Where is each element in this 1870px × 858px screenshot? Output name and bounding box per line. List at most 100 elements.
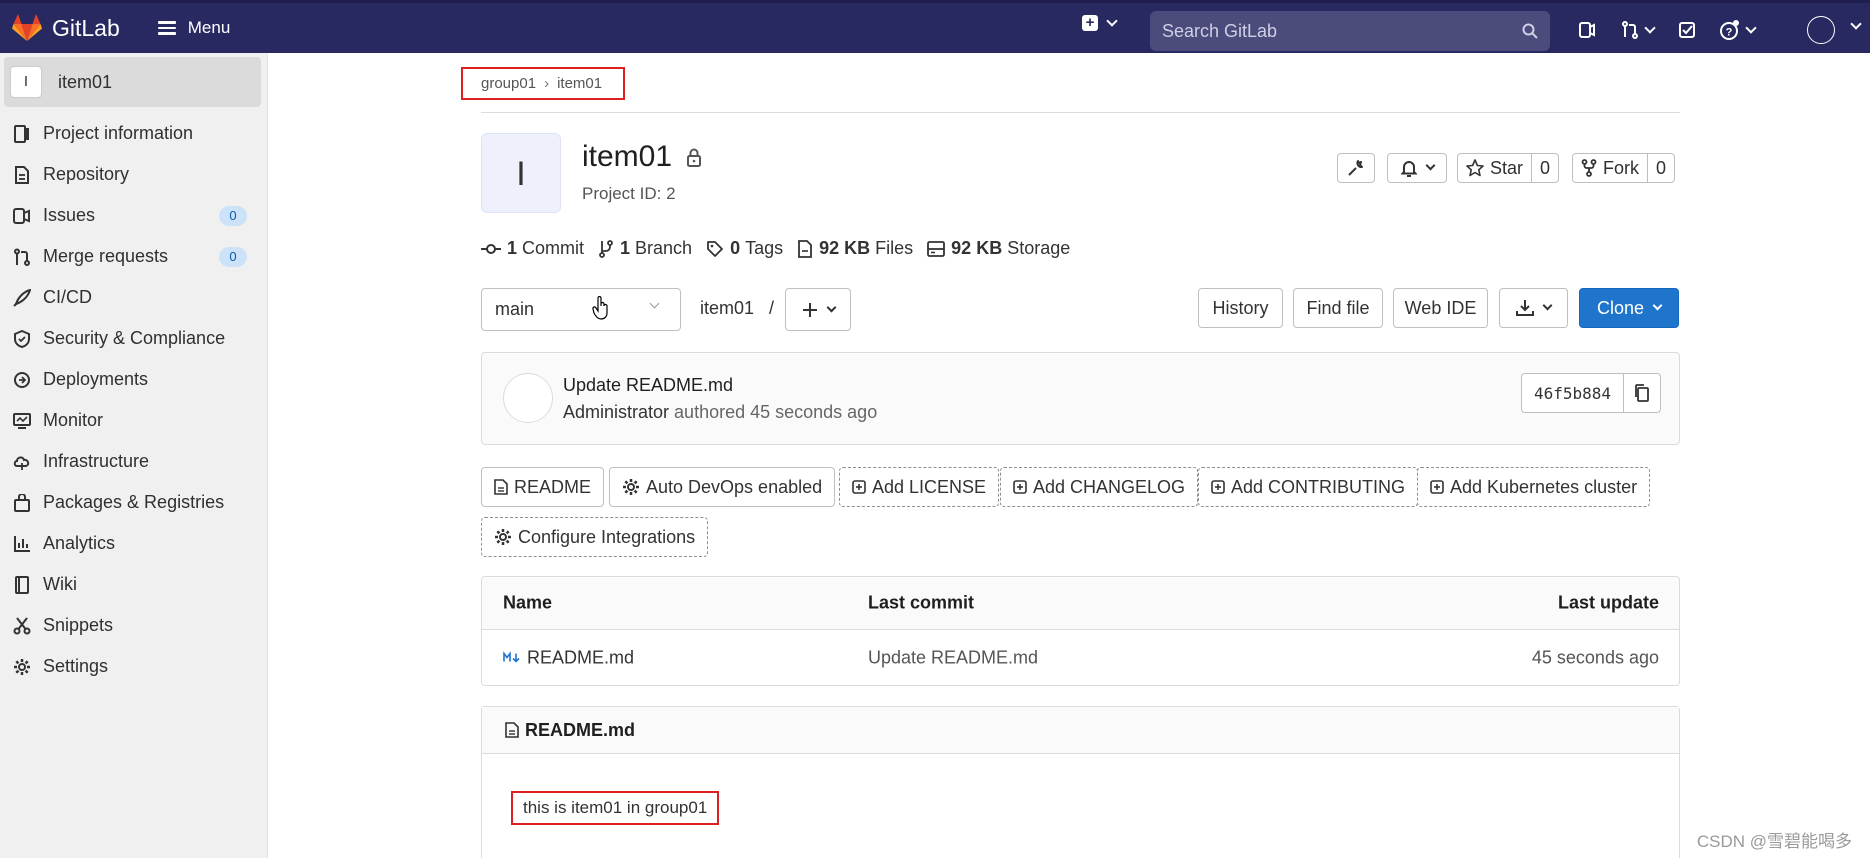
clone-dropdown-button[interactable]: Clone <box>1579 288 1679 328</box>
add-kubernetes-label: Add Kubernetes cluster <box>1450 476 1638 497</box>
web-ide-button[interactable]: Web IDE <box>1393 288 1488 328</box>
copy-sha-button[interactable] <box>1623 374 1660 412</box>
fork-label: Fork <box>1603 157 1639 178</box>
sidebar-item-label: Packages & Registries <box>43 492 225 512</box>
sidebar-item-wiki[interactable]: Wiki <box>0 564 267 605</box>
todos-nav-icon[interactable] <box>1670 13 1704 47</box>
commit-sha-link[interactable]: 46f5b884 <box>1522 374 1623 412</box>
chevron-down-icon <box>1425 160 1435 171</box>
star-label: Star <box>1490 157 1524 178</box>
chevron-down-icon <box>1652 300 1663 311</box>
repo-path-root-link[interactable]: item01 <box>700 298 754 318</box>
plus-square-icon <box>1211 480 1225 494</box>
fork-icon <box>1581 159 1597 177</box>
chevron-down-icon <box>1106 14 1118 27</box>
readme-button[interactable]: README <box>481 467 605 507</box>
issues-count-badge: 0 <box>219 206 247 226</box>
add-contributing-button[interactable]: Add CONTRIBUTING <box>1198 467 1419 507</box>
sidebar-item-analytics[interactable]: Analytics <box>0 523 267 564</box>
repo-path: item01 / <box>700 298 774 319</box>
commit-author-link[interactable]: Administrator <box>563 402 669 422</box>
merge-requests-nav-icon[interactable] <box>1612 13 1662 47</box>
file-name-link[interactable]: README.md <box>527 647 634 668</box>
auto-devops-label: Auto DevOps enabled <box>646 476 823 497</box>
project-info-icon <box>12 124 32 144</box>
history-button[interactable]: History <box>1198 288 1283 328</box>
files-label: Files <box>875 238 914 258</box>
document-icon <box>505 722 519 738</box>
brand-name: GitLab <box>52 14 120 41</box>
clone-label: Clone <box>1596 297 1645 318</box>
download-dropdown-button[interactable] <box>1499 288 1568 328</box>
fork-count[interactable]: 0 <box>1647 154 1674 182</box>
settings-wrench-button[interactable] <box>1337 153 1375 183</box>
breadcrumb-project-link[interactable]: item01 <box>557 75 602 92</box>
sidebar-item-snippets[interactable]: Snippets <box>0 605 267 646</box>
sidebar-item-repository[interactable]: Repository <box>0 154 267 195</box>
branches-stat[interactable]: 1 Branch <box>598 238 692 259</box>
new-dropdown-button[interactable]: + <box>1082 14 1118 31</box>
readme-header: README.md <box>482 707 1679 754</box>
project-sidebar: I item01 Project information Repository … <box>0 53 268 858</box>
menu-button[interactable]: Menu <box>157 18 230 38</box>
sidebar-item-settings[interactable]: Settings <box>0 646 267 687</box>
project-avatar: I <box>481 133 561 213</box>
plus-square-icon <box>852 480 866 494</box>
fork-button[interactable]: Fork 0 <box>1572 153 1676 183</box>
scissors-icon <box>12 616 32 636</box>
add-license-button[interactable]: Add LICENSE <box>839 467 1000 507</box>
storage-stat[interactable]: 92 KB Storage <box>927 238 1070 259</box>
project-avatar-small: I <box>10 66 42 98</box>
tags-label: Tags <box>745 238 784 258</box>
commits-stat[interactable]: 1 Commit <box>481 238 584 259</box>
document-icon <box>12 165 32 185</box>
configure-integrations-label: Configure Integrations <box>518 526 696 547</box>
branch-selector[interactable]: main <box>481 288 681 331</box>
sidebar-item-monitor[interactable]: Monitor <box>0 400 267 441</box>
chevron-down-icon <box>1644 21 1656 34</box>
search-icon <box>1522 23 1538 39</box>
gitlab-logo[interactable]: GitLab <box>12 14 120 42</box>
sidebar-item-merge-requests[interactable]: Merge requests 0 <box>0 236 267 277</box>
chevron-down-icon <box>1745 21 1757 34</box>
sidebar-item-cicd[interactable]: CI/CD <box>0 277 267 318</box>
sidebar-project-header[interactable]: I item01 <box>4 57 261 107</box>
table-header: Name Last commit Last update <box>482 577 1679 630</box>
add-changelog-button[interactable]: Add CHANGELOG <box>1000 467 1199 507</box>
plus-square-icon <box>1430 480 1444 494</box>
files-size: 92 KB <box>819 238 871 258</box>
sidebar-item-project-information[interactable]: Project information <box>0 113 267 154</box>
files-stat[interactable]: 92 KB Files <box>797 238 913 259</box>
auto-devops-button[interactable]: Auto DevOps enabled <box>609 467 836 507</box>
sidebar-item-deployments[interactable]: Deployments <box>0 359 267 400</box>
issues-nav-icon[interactable] <box>1570 13 1604 47</box>
sidebar-item-security-compliance[interactable]: Security & Compliance <box>0 318 267 359</box>
project-title-text: item01 <box>582 140 673 173</box>
merge-request-icon <box>12 247 32 267</box>
sidebar-item-issues[interactable]: Issues 0 <box>0 195 267 236</box>
file-commit-link[interactable]: Update README.md <box>868 647 1038 668</box>
breadcrumb-group-link[interactable]: group01 <box>481 75 536 92</box>
commit-author-avatar[interactable] <box>503 373 553 423</box>
add-kubernetes-button[interactable]: Add Kubernetes cluster <box>1417 467 1651 507</box>
shield-icon <box>12 329 32 349</box>
storage-icon <box>927 240 946 257</box>
sidebar-item-infrastructure[interactable]: Infrastructure <box>0 441 267 482</box>
configure-integrations-button[interactable]: Configure Integrations <box>481 517 709 557</box>
help-nav-icon[interactable]: ? <box>1712 13 1762 47</box>
add-to-tree-button[interactable] <box>785 288 851 331</box>
find-file-button[interactable]: Find file <box>1293 288 1383 328</box>
star-count[interactable]: 0 <box>1531 154 1558 182</box>
search-input[interactable]: Search GitLab <box>1150 11 1550 51</box>
file-name-cell[interactable]: README.md <box>503 647 634 668</box>
sidebar-item-packages-registries[interactable]: Packages & Registries <box>0 482 267 523</box>
chart-icon <box>12 534 32 554</box>
commit-title-link[interactable]: Update README.md <box>563 375 733 396</box>
watermark: CSDN @雪碧能喝多 <box>1696 832 1852 851</box>
table-row[interactable]: README.md Update README.md 45 seconds ag… <box>482 630 1679 685</box>
sidebar-item-label: Settings <box>43 656 109 676</box>
notifications-dropdown-button[interactable] <box>1387 153 1447 183</box>
tags-stat[interactable]: 0 Tags <box>706 238 783 259</box>
user-avatar[interactable] <box>1807 16 1835 44</box>
star-button[interactable]: Star 0 <box>1457 153 1560 183</box>
